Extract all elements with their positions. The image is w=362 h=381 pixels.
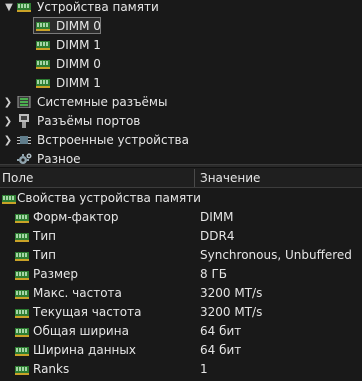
- tree-item-label: Устройства памяти: [37, 0, 159, 14]
- property-value: 64 бит: [200, 343, 242, 357]
- memory-module-icon: [2, 194, 16, 204]
- column-header-value[interactable]: Значение: [200, 168, 260, 188]
- property-name: Ширина данных: [33, 343, 136, 357]
- tree-item-dimm[interactable]: DIMM 0: [0, 55, 362, 74]
- memory-module-icon: [36, 59, 50, 69]
- property-name: Ranks: [33, 362, 70, 376]
- tree-item-label: Встроенные устройства: [37, 133, 189, 147]
- property-row[interactable]: Тип DDR4: [0, 227, 362, 246]
- device-tree: ▼ Устройства памяти DIMM 0 DIMM 1 DIMM 0…: [0, 0, 362, 166]
- memory-module-icon: [15, 327, 29, 337]
- property-row[interactable]: Общая ширина 64 бит: [0, 322, 362, 341]
- tree-item-port-connectors[interactable]: ❯ Разъёмы портов: [0, 112, 362, 131]
- property-value: 1: [200, 362, 208, 376]
- memory-module-icon: [15, 251, 29, 261]
- property-value: 3200 MT/s: [200, 286, 263, 300]
- property-name: Размер: [33, 267, 79, 281]
- port-icon: [17, 114, 31, 128]
- property-name: Общая ширина: [33, 324, 129, 338]
- memory-module-icon: [15, 289, 29, 299]
- property-row[interactable]: Текущая частота 3200 MT/s: [0, 303, 362, 322]
- column-header-field[interactable]: Поле: [2, 168, 33, 188]
- property-value: 64 бит: [200, 324, 242, 338]
- property-name: Форм-фактор: [33, 210, 119, 224]
- property-name: Текущая частота: [33, 305, 142, 319]
- slot-icon: [17, 96, 31, 108]
- group-header[interactable]: Свойства устройства памяти: [0, 189, 362, 208]
- property-name: Тип: [33, 248, 56, 262]
- property-row[interactable]: Размер 8 ГБ: [0, 265, 362, 284]
- tree-item-label: DIMM 1: [56, 38, 101, 52]
- group-title: Свойства устройства памяти: [17, 191, 201, 205]
- memory-module-icon: [15, 308, 29, 318]
- chevron-down-icon[interactable]: ▼: [4, 0, 14, 17]
- memory-module-icon: [15, 232, 29, 242]
- memory-module-icon: [36, 40, 50, 50]
- column-header: Поле Значение: [0, 168, 362, 188]
- memory-module-icon: [36, 78, 50, 88]
- tree-item-dimm[interactable]: DIMM 0: [0, 17, 362, 36]
- property-value: Synchronous, Unbuffered: [200, 248, 352, 262]
- property-row[interactable]: Ширина данных 64 бит: [0, 341, 362, 360]
- tree-item-onboard-devices[interactable]: ❯ Встроенные устройства: [0, 131, 362, 150]
- tree-item-label: DIMM 1: [56, 76, 101, 90]
- memory-module-icon: [15, 270, 29, 280]
- property-value: DDR4: [200, 229, 235, 243]
- chevron-right-icon[interactable]: ❯: [3, 93, 13, 112]
- chevron-right-icon[interactable]: ❯: [3, 112, 13, 131]
- property-name: Тип: [33, 229, 56, 243]
- memory-module-icon: [15, 213, 29, 223]
- property-row[interactable]: Тип Synchronous, Unbuffered: [0, 246, 362, 265]
- chevron-right-icon[interactable]: ❯: [3, 131, 13, 150]
- column-divider[interactable]: [194, 169, 195, 187]
- tree-item-label: Разъёмы портов: [37, 114, 141, 128]
- property-value: DIMM: [200, 210, 234, 224]
- tree-item-label: Системные разъёмы: [37, 95, 168, 109]
- tree-item-label: DIMM 0: [56, 57, 101, 71]
- property-row[interactable]: Ranks 1: [0, 360, 362, 379]
- property-name: Макс. частота: [33, 286, 122, 300]
- memory-module-icon: [36, 21, 50, 31]
- tree-item-dimm[interactable]: DIMM 1: [0, 36, 362, 55]
- property-value: 3200 MT/s: [200, 305, 263, 319]
- memory-module-icon: [15, 365, 29, 375]
- tree-item-dimm[interactable]: DIMM 1: [0, 74, 362, 93]
- chip-icon: [17, 133, 31, 147]
- tree-item-memory-devices[interactable]: ▼ Устройства памяти: [0, 0, 362, 17]
- property-value: 8 ГБ: [200, 267, 227, 281]
- memory-module-icon: [15, 346, 29, 356]
- property-row[interactable]: Форм-фактор DIMM: [0, 208, 362, 227]
- tree-item-system-slots[interactable]: ❯ Системные разъёмы: [0, 93, 362, 112]
- properties-list: Свойства устройства памяти Форм-фактор D…: [0, 189, 362, 381]
- memory-module-icon: [17, 2, 31, 12]
- property-row[interactable]: Макс. частота 3200 MT/s: [0, 284, 362, 303]
- tree-item-label: DIMM 0: [56, 19, 101, 33]
